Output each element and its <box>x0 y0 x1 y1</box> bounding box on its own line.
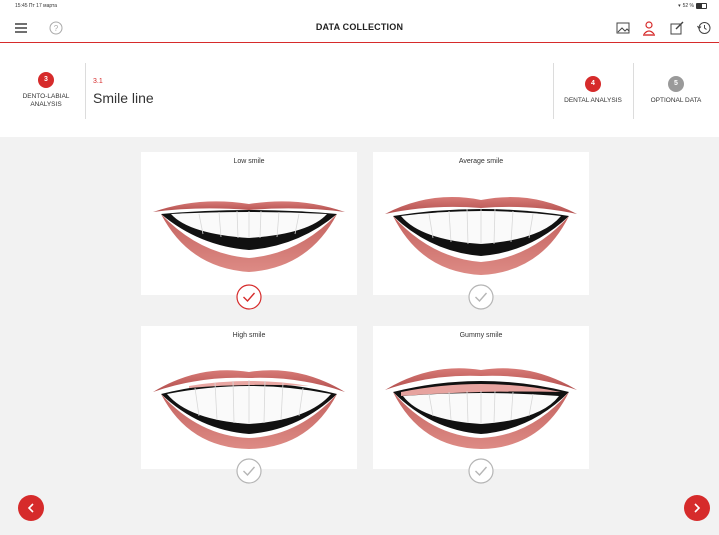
section-title: Smile line <box>93 90 154 106</box>
previous-button[interactable] <box>18 495 44 521</box>
low-smile-image <box>153 201 345 272</box>
status-right: ▾ 52 % <box>678 3 707 9</box>
step-dental-analysis[interactable]: 4 DENTAL ANALYSIS <box>555 43 631 137</box>
divider <box>633 63 634 119</box>
check-icon[interactable] <box>236 284 262 310</box>
option-label: Gummy smile <box>459 332 503 339</box>
option-label: Average smile <box>458 158 504 165</box>
patient-icon[interactable] <box>640 19 658 37</box>
status-bar: 15:45 Пт 17 марта ▾ 52 % <box>0 0 719 14</box>
edit-icon[interactable] <box>668 19 686 37</box>
option-card-gummy-smile[interactable]: Gummy smile <box>373 326 589 484</box>
high-smile-image <box>153 370 345 449</box>
next-button[interactable] <box>684 495 710 521</box>
option-card-average-smile[interactable]: Average smile <box>373 152 589 310</box>
page-title: DATA COLLECTION <box>315 22 404 32</box>
step-label: DENTAL ANALYSIS <box>564 96 622 104</box>
average-smile-image <box>385 197 577 275</box>
step-dento-labial[interactable]: 3 DENTO-LABIAL ANALYSIS <box>12 43 80 137</box>
chevron-right-icon <box>694 503 701 513</box>
wifi-icon: ▾ <box>678 3 681 9</box>
step-label: OPTIONAL DATA <box>650 96 702 104</box>
option-label: High smile <box>232 332 266 339</box>
option-card-high-smile[interactable]: High smile <box>141 326 357 484</box>
top-bar: ? DATA COLLECTION <box>0 14 719 43</box>
step-optional-data[interactable]: 5 OPTIONAL DATA <box>636 43 716 137</box>
option-label: Low smile <box>233 158 265 165</box>
divider <box>553 63 554 119</box>
section-number: 3.1 <box>93 78 103 85</box>
battery-icon <box>696 3 707 9</box>
step-label: DENTO-LABIAL ANALYSIS <box>22 92 70 108</box>
check-icon[interactable] <box>468 458 494 484</box>
battery-percent: 52 % <box>682 3 694 9</box>
status-time-date: 15:45 Пт 17 марта <box>15 3 58 9</box>
option-card-low-smile[interactable]: Low smile <box>141 152 357 310</box>
step-number: 5 <box>668 75 684 92</box>
check-icon[interactable] <box>236 458 262 484</box>
step-bar: 3 DENTO-LABIAL ANALYSIS 3.1 Smile line 4 … <box>0 43 719 137</box>
check-icon[interactable] <box>468 284 494 310</box>
chevron-left-icon <box>27 503 34 513</box>
history-icon[interactable] <box>695 19 713 37</box>
step-number: 4 <box>585 75 601 92</box>
divider <box>85 63 86 119</box>
image-icon[interactable] <box>614 19 632 37</box>
gummy-smile-image <box>385 368 577 449</box>
step-number: 3 <box>38 71 54 88</box>
